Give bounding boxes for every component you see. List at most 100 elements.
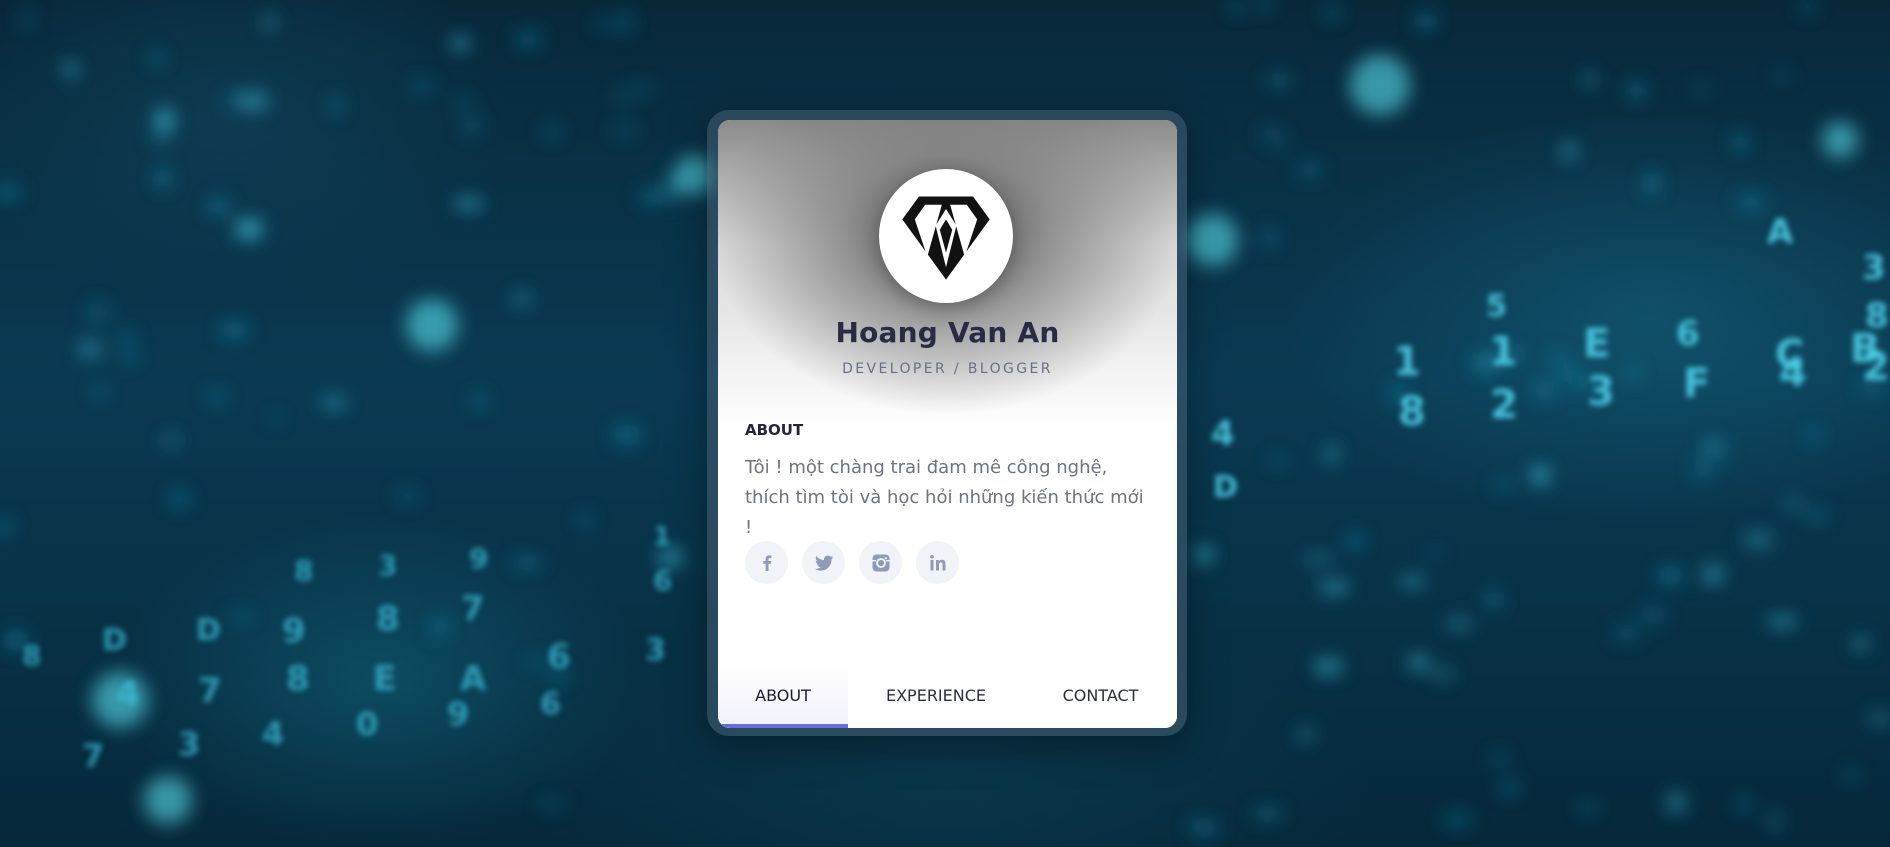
background-glow [1318,581,1350,594]
background-glow [1808,509,1827,523]
background-glow [1866,710,1890,727]
background-glow [1262,227,1278,249]
background-digit: 4 [262,715,284,753]
background-digit: D [1213,470,1238,505]
background-digit: 9 [447,695,469,733]
background-glow [629,83,656,94]
background-glow [87,301,109,324]
background-digit: 7 [82,737,104,775]
facebook-link[interactable] [745,541,788,584]
background-glow [1416,12,1436,30]
profile-card: Hoang Van An DEVELOPER / BLOGGER ABOUT T… [718,120,1177,728]
background-glow [225,92,242,107]
background-digit: 7 [198,671,222,711]
background-glow [1767,814,1783,829]
instagram-link[interactable] [859,541,902,584]
background-glow [206,390,228,404]
background-digit: 1 [1489,329,1517,375]
background-glow [1501,782,1518,795]
background-glow [1313,659,1344,675]
background-glow [144,776,192,824]
background-digit: 8 [286,659,310,699]
background-glow [162,436,180,445]
tab-about[interactable]: ABOUT [718,662,848,728]
background-glow [1186,214,1238,266]
background-glow [1350,55,1410,115]
background-glow [1346,534,1364,548]
background-digit: C [1775,332,1804,378]
background-digit: 6 [540,687,561,722]
tab-experience-label: EXPERIENCE [885,685,987,705]
background-glow [1270,454,1287,467]
background-digit: 3 [645,633,666,668]
background-glow [1407,655,1430,670]
background-digit: 3 [378,549,397,582]
background-glow [219,321,249,340]
background-glow [169,491,189,507]
background-glow [1271,135,1288,151]
background-glow [149,132,172,144]
background-glow [1252,808,1283,819]
background-glow [1735,194,1766,210]
background-glow [514,31,543,47]
background-glow [226,612,255,622]
background-glow [1561,362,1575,384]
background-glow [544,126,560,139]
background-glow [1230,1,1244,12]
background-glow [1766,617,1798,626]
background-glow [461,117,483,135]
background-digit: 0 [356,705,378,743]
about-heading: ABOUT [745,421,804,439]
an-logo-icon [902,196,990,280]
active-tab-indicator [718,724,848,728]
background-glow [1582,75,1597,84]
tab-about-label: ABOUT [755,685,811,705]
background-digit: 6 [547,637,571,677]
background-digit: 4 [116,674,140,714]
background-glow [1544,351,1569,364]
background-glow [239,91,269,111]
background-glow [1426,547,1442,559]
background-glow [663,185,682,205]
background-digit: 3 [1862,248,1886,288]
twitter-link[interactable] [802,541,845,584]
background-digit: 8 [1398,389,1426,435]
background-glow [329,95,343,115]
background-digit: A [1767,212,1794,252]
background-glow [1187,821,1220,834]
tab-contact[interactable]: CONTACT [1024,662,1177,728]
linkedin-link[interactable] [916,541,959,584]
background-digit: 5 [1486,289,1507,324]
background-digit: 4 [1211,414,1235,454]
background-glow [611,424,642,446]
background-glow [512,557,543,568]
background-glow [1295,728,1316,742]
background-digit: 8 [22,639,41,672]
background-glow [1625,83,1648,98]
background-glow [1531,465,1550,486]
background-glow [1400,577,1425,586]
background-glow [394,489,420,505]
background-glow [1639,603,1666,626]
background-digit: 6 [653,564,672,597]
background-glow [1625,363,1640,384]
background-glow [0,186,22,200]
background-glow [472,394,487,410]
background-glow [207,199,229,215]
background-glow [512,293,532,304]
background-glow [1532,379,1556,400]
background-glow [1786,495,1801,514]
background-glow [1742,531,1774,549]
background-digit: 7 [461,589,485,629]
background-glow [454,99,474,108]
social-links [745,541,959,584]
background-digit: 8 [376,599,400,639]
tab-experience[interactable]: EXPERIENCE [848,662,1024,728]
background-glow [1702,563,1724,585]
background-glow [406,299,458,351]
background-digit: 9 [282,611,306,651]
background-glow [155,169,171,188]
background-digit: D [196,613,221,648]
background-digit: 6 [1676,314,1700,354]
background-glow [1324,444,1339,464]
